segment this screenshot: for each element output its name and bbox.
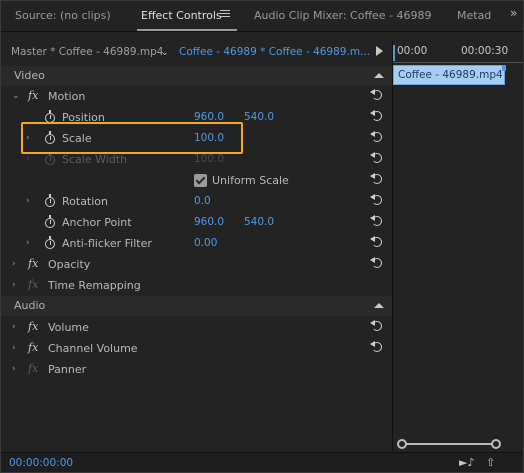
timeline-zoom-scrollbar[interactable] (397, 438, 501, 450)
reset-icon[interactable] (370, 110, 384, 123)
export-icon[interactable]: ⇧ (486, 456, 502, 470)
reset-icon[interactable] (370, 215, 384, 228)
collapsed-chevron-icon[interactable]: › (12, 322, 20, 332)
reset-icon[interactable] (370, 236, 384, 249)
clip-end-marker (502, 65, 506, 71)
collapsed-chevron-icon[interactable]: › (12, 343, 20, 353)
reset-icon[interactable] (370, 89, 384, 102)
stopwatch-icon[interactable] (44, 215, 56, 229)
collapsed-chevron-icon[interactable]: › (26, 196, 34, 206)
reset-icon[interactable] (370, 320, 384, 333)
chevron-down-icon: ⌄ (161, 48, 169, 58)
effect-row-time-remapping[interactable]: › fx Time Remapping (1, 275, 392, 296)
effect-row-opacity[interactable]: › fx Opacity (1, 254, 392, 275)
video-section-label: Video (14, 69, 45, 82)
footer-bar: 00:00:00:00 ►♪ ⇧ (1, 452, 523, 472)
timeline-end-time: 00:00:30 (461, 45, 509, 57)
effect-name: Panner (48, 363, 87, 376)
collapsed-chevron-icon[interactable]: › (12, 259, 20, 269)
scrollbar-left-handle[interactable] (397, 439, 407, 449)
reset-icon[interactable] (370, 257, 384, 270)
video-section-header[interactable]: Video (1, 66, 392, 86)
tab-effect-controls[interactable]: Effect Controls (141, 9, 222, 22)
collapsed-chevron-icon[interactable]: › (12, 364, 20, 374)
stopwatch-icon[interactable] (44, 236, 56, 250)
property-row-rotation: › Rotation 0.0 (1, 191, 392, 212)
fx-icon[interactable]: fx (28, 89, 38, 102)
collapsed-chevron-icon: › (26, 154, 30, 164)
clip-selector[interactable]: ⌄ Coffee - 46989 * Coffee - 46989.m... (161, 45, 370, 61)
stopwatch-icon[interactable] (44, 194, 56, 208)
collapse-up-icon[interactable] (374, 303, 384, 308)
panel-menu-icon[interactable] (220, 10, 230, 18)
tab-metadata[interactable]: Metad (457, 9, 491, 22)
play-clip-icon[interactable] (376, 46, 383, 56)
uniform-scale-label: Uniform Scale (212, 174, 289, 187)
property-name: Anti-flicker Filter (62, 237, 152, 250)
fx-icon[interactable]: fx (28, 257, 38, 270)
timeline-ticks (393, 59, 523, 63)
effect-name: Channel Volume (48, 342, 138, 355)
master-clip-label[interactable]: Master * Coffee - 46989.mp4 (11, 46, 163, 58)
property-row-anti-flicker: › Anti-flicker Filter 0.00 (1, 233, 392, 254)
timeline-clip-label: Coffee - 46989.mp4 (398, 69, 503, 81)
anti-flicker-value[interactable]: 0.00 (194, 237, 217, 249)
collapse-up-icon[interactable] (374, 73, 384, 78)
reset-icon[interactable] (370, 194, 384, 207)
effect-name: Opacity (48, 258, 91, 271)
effect-name: Volume (48, 321, 89, 334)
anchor-x-value[interactable]: 960.0 (194, 216, 224, 228)
property-name: Rotation (62, 195, 109, 208)
rotation-value[interactable]: 0.0 (194, 195, 211, 207)
collapsed-chevron-icon[interactable]: › (12, 280, 20, 290)
collapsed-chevron-icon[interactable]: › (26, 238, 34, 248)
active-tab-indicator (137, 29, 237, 31)
property-name: Anchor Point (62, 216, 132, 229)
fx-icon: fx (28, 362, 39, 375)
effect-name: Motion (48, 90, 86, 103)
reset-icon[interactable] (370, 152, 384, 165)
property-row-anchor-point: Anchor Point 960.0 540.0 (1, 212, 392, 233)
position-y-value[interactable]: 540.0 (244, 111, 274, 123)
effect-name: Time Remapping (48, 279, 141, 292)
tab-source[interactable]: Source: (no clips) (15, 9, 111, 22)
stopwatch-icon (44, 152, 56, 166)
fx-icon[interactable]: fx (28, 341, 38, 354)
fx-icon[interactable]: fx (28, 320, 38, 333)
fx-icon: fx (28, 278, 39, 291)
effect-row-channel-volume[interactable]: › fx Channel Volume (1, 338, 392, 359)
reset-icon[interactable] (370, 341, 384, 354)
anchor-y-value[interactable]: 540.0 (244, 216, 274, 228)
scale-highlight-box (21, 122, 243, 154)
effect-row-motion[interactable]: ⌄ fx Motion (1, 86, 392, 107)
panel-divider[interactable] (392, 41, 393, 451)
audio-section-header[interactable]: Audio (1, 296, 392, 316)
current-timecode[interactable]: 00:00:00:00 (9, 457, 73, 469)
property-row-uniform-scale: Uniform Scale (1, 170, 392, 191)
tab-audio-clip-mixer[interactable]: Audio Clip Mixer: Coffee - 46989 (254, 9, 432, 22)
timeline-start-time: 00:00 (397, 45, 428, 57)
more-tabs-icon[interactable]: » (510, 6, 517, 20)
uniform-scale-checkbox[interactable] (194, 174, 207, 187)
audio-section-label: Audio (14, 299, 46, 312)
clip-header: Master * Coffee - 46989.mp4 ⌄ Coffee - 46… (1, 41, 393, 63)
effect-row-panner[interactable]: › fx Panner (1, 359, 392, 380)
effect-controls-panel: Source: (no clips) Effect Controls Audio… (0, 0, 524, 473)
timeline-clip[interactable]: Coffee - 46989.mp4 (393, 65, 505, 85)
effect-row-volume[interactable]: › fx Volume (1, 317, 392, 338)
scale-width-value: 100.0 (194, 153, 225, 165)
playhead[interactable] (393, 45, 395, 61)
scrollbar-track (401, 443, 497, 445)
reset-icon[interactable] (370, 173, 384, 186)
expanded-chevron-icon[interactable]: ⌄ (12, 91, 20, 101)
clip-selector-label: Coffee - 46989 * Coffee - 46989.m... (179, 46, 371, 58)
filter-play-audio-icon[interactable]: ►♪ (459, 456, 475, 470)
reset-icon[interactable] (370, 131, 384, 144)
scrollbar-right-handle[interactable] (491, 439, 501, 449)
tab-bar: Source: (no clips) Effect Controls Audio… (1, 1, 523, 32)
property-name: Scale Width (62, 153, 128, 166)
